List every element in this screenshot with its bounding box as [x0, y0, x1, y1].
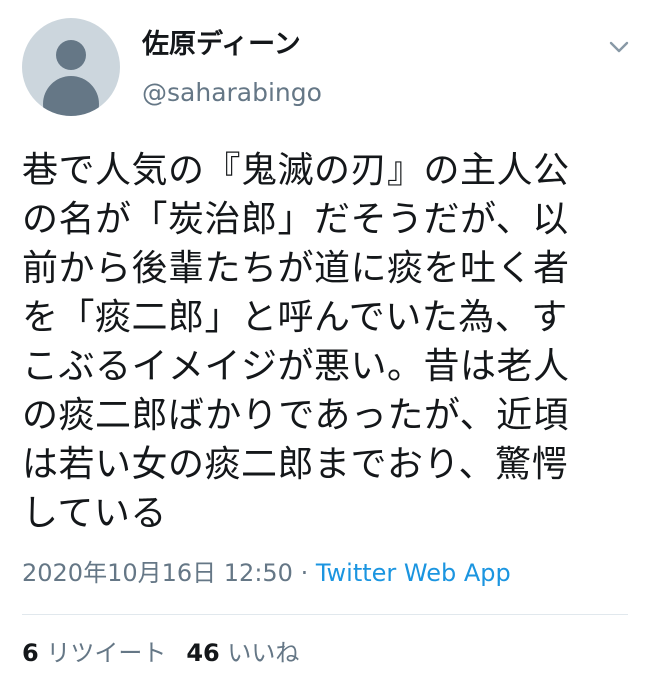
- display-name[interactable]: 佐原ディーン: [142, 27, 301, 63]
- tweet-card: 佐原ディーン @saharabingo 巷で人気の『鬼滅の刃』の主人公 の名が「…: [0, 0, 649, 680]
- meta-separator: ·: [292, 559, 316, 587]
- likes-stat[interactable]: 46 いいね: [186, 639, 299, 667]
- retweets-stat[interactable]: 6 リツイート: [22, 639, 166, 667]
- avatar[interactable]: [22, 18, 120, 116]
- divider: [22, 614, 628, 615]
- tweet-text-line: している: [22, 493, 167, 534]
- retweets-count: 6: [22, 639, 39, 667]
- retweets-label: リツイート: [38, 639, 167, 667]
- chevron-down-icon[interactable]: [601, 34, 637, 60]
- tweet-text-line: の名が「炭治郎」だそうだが、以: [22, 199, 569, 240]
- tweet-text-line: 前から後輩たちが道に痰を吐く者: [22, 248, 570, 289]
- likes-count: 46: [186, 639, 220, 667]
- tweet-text-line: 巷で人気の『鬼滅の刃』の主人公: [22, 150, 570, 191]
- tweet-text-line: の痰二郎ばかりであったが、近頃: [22, 395, 570, 436]
- tweet-meta: 2020年10月16日 12:50 · Twitter Web App: [22, 557, 511, 589]
- tweet-source-link[interactable]: Twitter Web App: [316, 559, 511, 587]
- user-handle[interactable]: @saharabingo: [142, 76, 322, 110]
- tweet-text-line: を「痰二郎」と呼んでいた為、す: [22, 297, 568, 338]
- tweet-text: 巷で人気の『鬼滅の刃』の主人公 の名が「炭治郎」だそうだが、以 前から後輩たちが…: [22, 146, 632, 538]
- tweet-text-line: は若い女の痰二郎までおり、驚愕: [22, 444, 569, 485]
- tweet-stats: 6 リツイート 46 いいね: [22, 636, 299, 670]
- default-profile-icon: [56, 40, 86, 70]
- tweet-text-line: こぶるイメイジが悪い。昔は老人: [22, 346, 570, 387]
- likes-label: いいね: [219, 639, 300, 667]
- tweet-timestamp[interactable]: 2020年10月16日 12:50: [22, 559, 293, 587]
